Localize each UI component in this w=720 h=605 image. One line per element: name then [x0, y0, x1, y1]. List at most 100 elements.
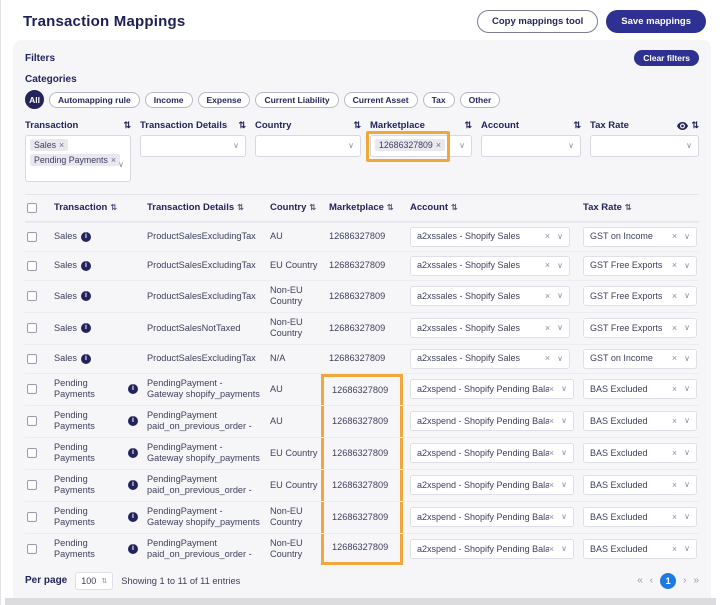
sort-icon[interactable]: ⇅	[237, 203, 244, 213]
prev-page-button[interactable]: ‹	[650, 575, 653, 586]
sort-icon[interactable]: ⇅	[625, 203, 632, 213]
clear-icon[interactable]: ×	[672, 353, 677, 364]
info-icon[interactable]: i	[128, 544, 138, 554]
chevron-down-icon[interactable]: ∨	[684, 448, 690, 458]
category-pill-current-liability[interactable]: Current Liability	[255, 92, 338, 108]
tax-rate-select[interactable]: BAS Excluded×∨	[583, 507, 697, 527]
clear-icon[interactable]: ×	[672, 416, 677, 427]
sort-icon[interactable]: ⇅	[110, 203, 117, 213]
filter-tag-marketplace[interactable]: 12686327809×	[375, 139, 445, 151]
row-checkbox[interactable]	[27, 291, 37, 301]
swap-icon[interactable]: ⇅	[123, 120, 131, 131]
clear-icon[interactable]: ×	[549, 448, 554, 459]
sort-icon[interactable]: ⇅	[309, 203, 316, 213]
info-icon[interactable]: i	[128, 480, 138, 490]
swap-icon[interactable]: ⇅	[238, 120, 246, 131]
chevron-down-icon[interactable]: ∨	[561, 416, 567, 426]
chevron-down-icon[interactable]: ∨	[684, 291, 690, 301]
tax-rate-select[interactable]: GST Free Exports×∨	[583, 256, 697, 276]
chevron-down-icon[interactable]: ∨	[684, 416, 690, 426]
account-select[interactable]: a2xspend - Shopify Pending Balances×∨	[410, 443, 574, 463]
clear-icon[interactable]: ×	[545, 353, 550, 364]
chevron-down-icon[interactable]: ∨	[686, 141, 692, 150]
chevron-down-icon[interactable]: ∨	[561, 448, 567, 458]
account-select[interactable]: a2xspend - Shopify Pending Balances×∨	[410, 539, 574, 559]
row-checkbox[interactable]	[27, 323, 37, 333]
filter-tag-pending-payments[interactable]: Pending Payments×	[30, 154, 120, 166]
close-icon[interactable]: ×	[436, 140, 441, 150]
country-filter-select[interactable]: ∨	[255, 135, 361, 157]
chevron-down-icon[interactable]: ∨	[684, 354, 690, 364]
eye-icon[interactable]	[677, 122, 688, 130]
next-page-button[interactable]: ›	[683, 575, 686, 586]
swap-icon[interactable]: ⇅	[353, 120, 361, 131]
row-checkbox[interactable]	[27, 232, 37, 242]
tax-rate-select[interactable]: BAS Excluded×∨	[583, 379, 697, 399]
chevron-down-icon[interactable]: ∨	[684, 384, 690, 394]
category-pill-income[interactable]: Income	[145, 92, 193, 108]
chevron-down-icon[interactable]: ∨	[568, 141, 574, 150]
chevron-down-icon[interactable]: ∨	[348, 141, 354, 150]
row-checkbox[interactable]	[27, 448, 37, 458]
clear-icon[interactable]: ×	[549, 512, 554, 523]
account-select[interactable]: a2xspend - Shopify Pending Balances×∨	[410, 379, 574, 399]
chevron-down-icon[interactable]: ∨	[118, 160, 124, 169]
account-select[interactable]: a2xssales - Shopify Sales×∨	[410, 318, 570, 338]
last-page-button[interactable]: »	[693, 575, 699, 586]
clear-icon[interactable]: ×	[549, 384, 554, 395]
row-checkbox[interactable]	[27, 354, 37, 364]
row-checkbox[interactable]	[27, 384, 37, 394]
close-icon[interactable]: ×	[59, 140, 64, 150]
clear-icon[interactable]: ×	[549, 416, 554, 427]
category-pill-tax[interactable]: Tax	[423, 92, 455, 108]
account-filter-select[interactable]: ∨	[481, 135, 581, 157]
per-page-select[interactable]: 100 ⇅	[75, 572, 113, 590]
clear-icon[interactable]: ×	[672, 544, 677, 555]
tax-rate-select[interactable]: BAS Excluded×∨	[583, 443, 697, 463]
chevron-down-icon[interactable]: ∨	[557, 323, 563, 333]
info-icon[interactable]: i	[128, 448, 138, 458]
marketplace-filter-select[interactable]: 12686327809× ∨	[370, 135, 472, 157]
tax-rate-select[interactable]: BAS Excluded×∨	[583, 539, 697, 559]
account-select[interactable]: a2xspend - Shopify Pending Balances×∨	[410, 411, 574, 431]
tax-rate-select[interactable]: BAS Excluded×∨	[583, 411, 697, 431]
account-select[interactable]: a2xssales - Shopify Sales×∨	[410, 349, 570, 369]
clear-icon[interactable]: ×	[672, 291, 677, 302]
row-checkbox[interactable]	[27, 512, 37, 522]
info-icon[interactable]: i	[81, 323, 91, 333]
clear-icon[interactable]: ×	[545, 231, 550, 242]
row-checkbox[interactable]	[27, 261, 37, 271]
clear-icon[interactable]: ×	[672, 260, 677, 271]
clear-icon[interactable]: ×	[672, 512, 677, 523]
chevron-down-icon[interactable]: ∨	[561, 480, 567, 490]
clear-icon[interactable]: ×	[545, 260, 550, 271]
chevron-down-icon[interactable]: ∨	[561, 512, 567, 522]
info-icon[interactable]: i	[81, 232, 91, 242]
save-mappings-button-top[interactable]: Save mappings	[606, 10, 706, 33]
tax-rate-select[interactable]: GST on Income×∨	[583, 227, 697, 247]
account-select[interactable]: a2xspend - Shopify Pending Balances×∨	[410, 507, 574, 527]
swap-icon[interactable]: ⇅	[691, 120, 699, 131]
tax-rate-select[interactable]: GST Free Exports×∨	[583, 286, 697, 306]
category-pill-expense[interactable]: Expense	[198, 92, 251, 108]
chevron-down-icon[interactable]: ∨	[684, 512, 690, 522]
chevron-down-icon[interactable]: ∨	[684, 261, 690, 271]
close-icon[interactable]: ×	[111, 155, 116, 165]
chevron-down-icon[interactable]: ∨	[459, 141, 465, 150]
clear-icon[interactable]: ×	[545, 291, 550, 302]
tax-rate-select[interactable]: GST on Income×∨	[583, 349, 697, 369]
chevron-down-icon[interactable]: ∨	[557, 232, 563, 242]
sort-icon[interactable]: ⇅	[387, 203, 394, 213]
clear-icon[interactable]: ×	[672, 480, 677, 491]
info-icon[interactable]: i	[81, 354, 91, 364]
clear-icon[interactable]: ×	[672, 448, 677, 459]
clear-filters-button[interactable]: Clear filters	[634, 50, 699, 66]
first-page-button[interactable]: «	[637, 575, 643, 586]
copy-mappings-tool-button[interactable]: Copy mappings tool	[477, 10, 598, 33]
swap-icon[interactable]: ⇅	[573, 120, 581, 131]
info-icon[interactable]: i	[128, 416, 138, 426]
chevron-down-icon[interactable]: ∨	[557, 354, 563, 364]
category-pill-automapping-rule[interactable]: Automapping rule	[49, 92, 140, 108]
swap-icon[interactable]: ⇅	[464, 120, 472, 131]
current-page-button[interactable]: 1	[660, 573, 676, 589]
